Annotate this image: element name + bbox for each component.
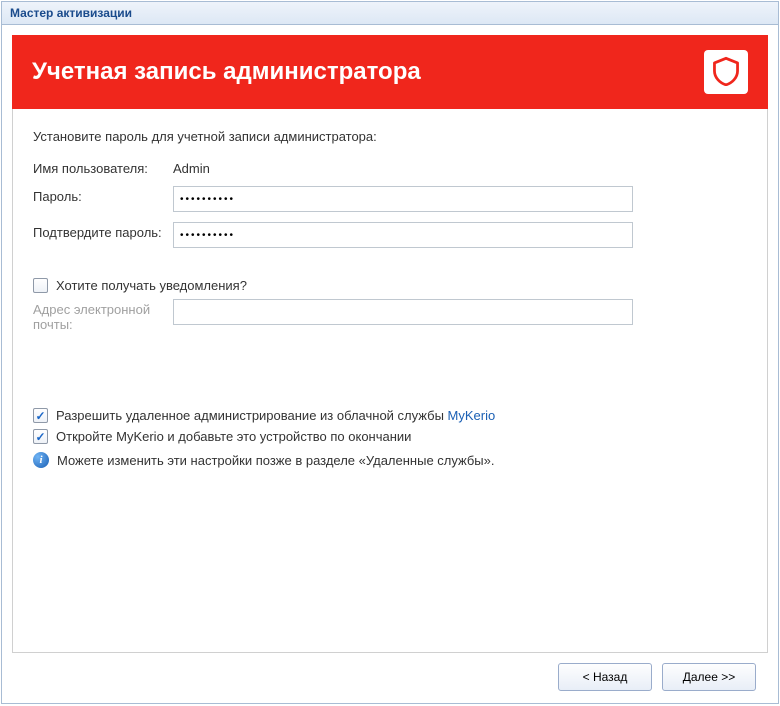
wizard-window: Мастер активизации Учетная запись админи…: [1, 1, 779, 704]
confirm-password-label: Подтвердите пароль:: [33, 222, 173, 240]
wizard-content: Установите пароль для учетной записи адм…: [12, 109, 768, 653]
notifications-label: Хотите получать уведомления?: [56, 278, 247, 293]
notifications-checkbox[interactable]: [33, 278, 48, 293]
allow-remote-row: Разрешить удаленное администрирование из…: [33, 408, 747, 423]
wizard-footer: < Назад Далее >>: [12, 653, 768, 703]
notifications-row: Хотите получать уведомления?: [33, 278, 747, 293]
password-row: Пароль:: [33, 186, 747, 212]
confirm-password-row: Подтвердите пароль:: [33, 222, 747, 248]
allow-remote-text: Разрешить удаленное администрирование из…: [56, 408, 448, 423]
back-button[interactable]: < Назад: [558, 663, 652, 691]
open-mykerio-row: Откройте MyKerio и добавьте это устройст…: [33, 429, 747, 444]
password-label: Пароль:: [33, 186, 173, 204]
open-mykerio-label: Откройте MyKerio и добавьте это устройст…: [56, 429, 411, 444]
window-title: Мастер активизации: [10, 6, 132, 20]
password-input[interactable]: [173, 186, 633, 212]
spacer: [33, 342, 747, 402]
username-value: Admin: [173, 158, 747, 176]
email-row: Адрес электронной почты:: [33, 299, 747, 332]
email-label: Адрес электронной почты:: [33, 299, 173, 332]
instruction-text: Установите пароль для учетной записи адм…: [33, 129, 747, 144]
info-text: Можете изменить эти настройки позже в ра…: [57, 453, 495, 468]
username-label: Имя пользователя:: [33, 158, 173, 176]
allow-remote-checkbox[interactable]: [33, 408, 48, 423]
username-row: Имя пользователя: Admin: [33, 158, 747, 176]
window-titlebar: Мастер активизации: [2, 2, 778, 25]
wizard-body: Учетная запись администратора Установите…: [2, 25, 778, 703]
brand-logo: [704, 50, 748, 94]
next-button[interactable]: Далее >>: [662, 663, 756, 691]
allow-remote-label: Разрешить удаленное администрирование из…: [56, 408, 495, 423]
mykerio-link[interactable]: MyKerio: [448, 408, 496, 423]
info-icon: i: [33, 452, 49, 468]
open-mykerio-checkbox[interactable]: [33, 429, 48, 444]
info-row: i Можете изменить эти настройки позже в …: [33, 452, 747, 468]
confirm-password-input[interactable]: [173, 222, 633, 248]
page-title: Учетная запись администратора: [32, 58, 421, 86]
email-input[interactable]: [173, 299, 633, 325]
wizard-header: Учетная запись администратора: [12, 35, 768, 109]
shield-icon: [712, 56, 740, 89]
